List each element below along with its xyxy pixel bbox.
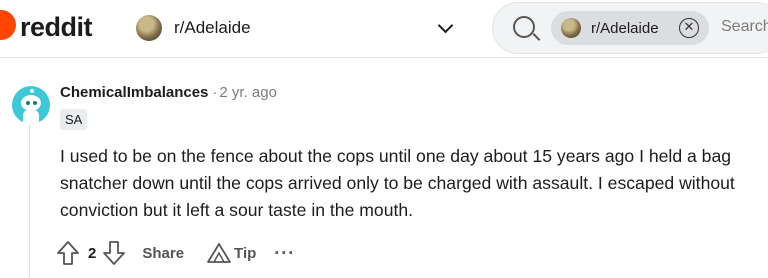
- subreddit-picker[interactable]: r/Adelaide: [124, 8, 464, 48]
- meta-separator: ·: [212, 84, 218, 101]
- chip-subreddit-avatar: [561, 18, 581, 38]
- top-header: reddit r/Adelaide r/Adelaide ✕ Search: [0, 0, 768, 58]
- avatar[interactable]: [12, 86, 50, 124]
- share-button[interactable]: Share: [142, 245, 184, 262]
- comment-timestamp[interactable]: 2 yr. ago: [219, 84, 277, 101]
- tip-label: Tip: [234, 244, 257, 262]
- reddit-wordmark[interactable]: reddit: [20, 12, 93, 42]
- search-input[interactable]: Search: [721, 18, 768, 36]
- vote-score: 2: [88, 244, 97, 262]
- search-bar[interactable]: r/Adelaide ✕ Search: [492, 2, 768, 54]
- tip-icon: [207, 243, 231, 263]
- subreddit-name: r/Adelaide: [174, 18, 251, 37]
- chip-label: r/Adelaide: [591, 19, 659, 37]
- search-scope-chip[interactable]: r/Adelaide ✕: [551, 11, 709, 45]
- user-flair: SA: [60, 109, 88, 130]
- more-options-icon[interactable]: ···: [274, 244, 295, 262]
- reddit-logo-icon[interactable]: [0, 10, 16, 40]
- upvote-icon[interactable]: [56, 240, 80, 266]
- comment-meta: ChemicalImbalances · 2 yr. ago: [60, 84, 277, 102]
- search-icon: [513, 16, 535, 38]
- subreddit-avatar: [136, 15, 162, 41]
- comment-actions: 2 Share Tip ···: [56, 238, 295, 268]
- chevron-down-icon[interactable]: [437, 17, 454, 34]
- tip-button[interactable]: Tip: [206, 242, 256, 264]
- close-icon[interactable]: ✕: [679, 18, 699, 38]
- comment-body: I used to be on the fence about the cops…: [60, 146, 735, 220]
- downvote-icon[interactable]: [102, 240, 126, 266]
- comment-author[interactable]: ChemicalImbalances: [60, 84, 208, 101]
- thread-line[interactable]: [29, 125, 30, 278]
